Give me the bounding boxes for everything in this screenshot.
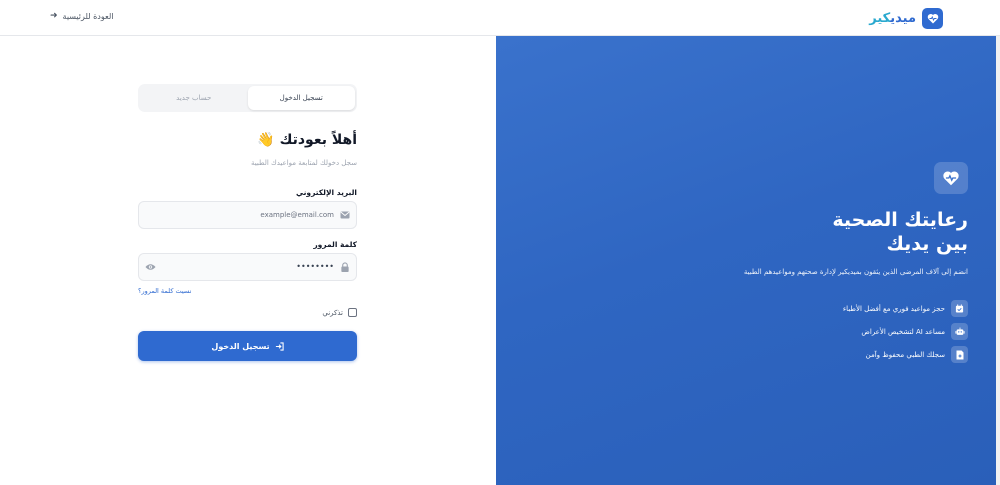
feature-text: حجز مواعيد فوري مع أفضل الأطباء [842, 304, 945, 313]
welcome-title: أهلاً بعودتك 👋 [257, 132, 357, 148]
hero-panel: رعايتك الصحية بين يديك انضم إلى آلاف الم… [496, 36, 1000, 485]
remember-label: تذكرني [322, 308, 343, 317]
arrow-right-icon: ➜ [50, 11, 58, 21]
login-button-label: تسجيل الدخول [211, 341, 270, 351]
brand-name-part2: كير [869, 10, 891, 26]
lock-icon [341, 262, 349, 272]
email-placeholder: example@email.com [260, 211, 334, 219]
email-field[interactable]: example@email.com [138, 201, 357, 229]
page-scrollbar[interactable] [996, 36, 1000, 485]
sign-in-icon [275, 341, 284, 351]
tab-login[interactable]: تسجيل الدخول [247, 86, 355, 110]
heart-pulse-icon [922, 7, 943, 29]
hero-title: رعايتك الصحية بين يديك [832, 208, 968, 256]
feature-item: حجز مواعيد فوري مع أفضل الأطباء [843, 300, 968, 317]
welcome-subtitle: سجل دخولك لمتابعة مواعيدك الطبية [250, 159, 357, 167]
robot-icon [951, 323, 968, 340]
hero-title-line1: رعايتك الصحية [832, 209, 968, 231]
login-button[interactable]: تسجيل الدخول [138, 331, 357, 361]
brand-name-part1: ميدي [890, 10, 916, 26]
password-label: كلمة المرور [313, 240, 357, 249]
eye-icon[interactable] [145, 262, 156, 272]
feature-item: سجلك الطبي محفوظ وآمن [866, 346, 968, 363]
feature-text: سجلك الطبي محفوظ وآمن [865, 350, 945, 359]
hero-description: انضم إلى آلاف المرضى الذين يثقون بميديكي… [743, 268, 968, 276]
tab-register[interactable]: حساب جديد [140, 86, 248, 110]
forgot-password-link[interactable]: نسيت كلمة المرور؟ [138, 287, 191, 295]
feature-item: مساعد AI لتشخيص الأعراض [861, 323, 968, 340]
remember-me[interactable]: تذكرني [322, 308, 357, 317]
auth-tabs: تسجيل الدخول حساب جديد [138, 84, 357, 112]
back-to-home-link[interactable]: العودة للرئيسية ➜ [50, 11, 113, 21]
heart-pulse-icon [934, 162, 968, 194]
brand-name: ميديكير [869, 11, 916, 26]
mail-icon [340, 211, 350, 219]
calendar-check-icon [951, 300, 968, 317]
feature-text: مساعد AI لتشخيص الأعراض [861, 327, 945, 336]
hero-title-line2: بين يديك [886, 233, 968, 255]
file-medical-icon [951, 346, 968, 363]
email-label: البريد الإلكتروني [296, 188, 357, 197]
top-navbar: ميديكير العودة للرئيسية ➜ [0, 0, 1000, 36]
back-to-home-label: العودة للرئيسية [62, 11, 114, 21]
password-field[interactable]: •••••••• [138, 253, 357, 281]
password-value: •••••••• [296, 262, 334, 271]
brand-logo-link[interactable]: ميديكير [869, 7, 943, 29]
remember-checkbox[interactable] [348, 308, 357, 317]
